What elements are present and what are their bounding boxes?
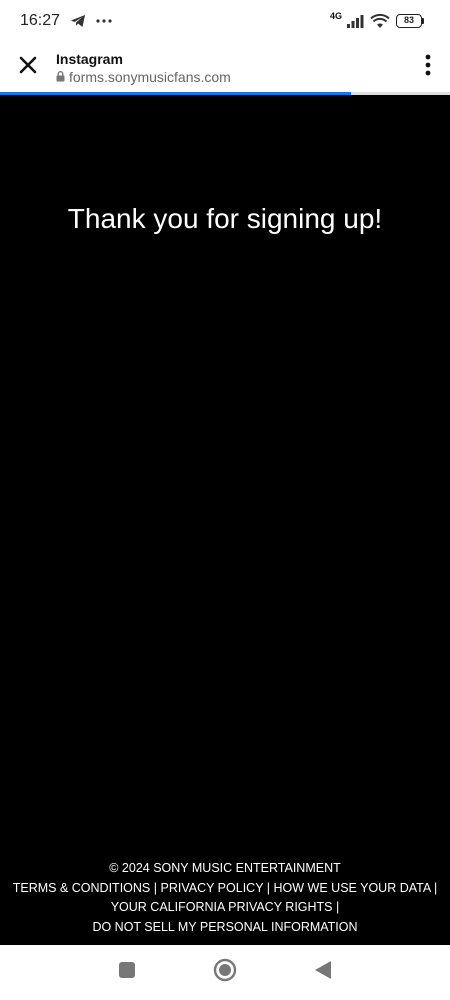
footer-links-row-3: DO NOT SELL MY PERSONAL INFORMATION xyxy=(0,918,450,938)
california-privacy-link[interactable]: YOUR CALIFORNIA PRIVACY RIGHTS xyxy=(111,900,333,914)
data-usage-link[interactable]: HOW WE USE YOUR DATA xyxy=(274,881,431,895)
status-bar: 16:27 4G 83 xyxy=(0,0,450,42)
page-title: Instagram xyxy=(56,51,123,67)
back-button[interactable] xyxy=(274,945,372,1000)
thank-you-heading: Thank you for signing up! xyxy=(67,203,383,234)
separator: | xyxy=(336,900,340,914)
recents-square-icon xyxy=(118,961,136,984)
close-icon xyxy=(18,55,38,80)
more-dots-icon xyxy=(96,18,112,24)
header-titles: Instagram forms.sonymusicfans.com xyxy=(56,48,406,86)
separator: | xyxy=(433,880,438,895)
recents-button[interactable] xyxy=(78,945,176,1000)
lock-icon xyxy=(56,68,65,86)
overflow-menu-icon xyxy=(425,54,431,81)
status-time: 16:27 xyxy=(20,12,61,29)
close-button[interactable] xyxy=(0,42,56,92)
home-circle-icon xyxy=(213,958,237,987)
footer-links-row-2: YOUR CALIFORNIA PRIVACY RIGHTS | xyxy=(0,898,450,918)
wifi-icon xyxy=(370,13,390,29)
terms-link[interactable]: TERMS & CONDITIONS xyxy=(13,881,151,895)
copyright-text: © 2024 SONY MUSIC ENTERTAINMENT xyxy=(109,861,341,875)
status-left: 16:27 xyxy=(20,12,112,30)
status-right: 4G 83 xyxy=(329,11,424,29)
signal-icon xyxy=(346,14,364,28)
privacy-policy-link[interactable]: PRIVACY POLICY xyxy=(160,881,263,895)
separator: | xyxy=(266,880,271,895)
url-display[interactable]: forms.sonymusicfans.com xyxy=(56,68,406,86)
battery-icon: 83 xyxy=(396,14,424,28)
telegram-icon xyxy=(70,14,86,28)
footer-links-row-1: TERMS & CONDITIONS | PRIVACY POLICY | HO… xyxy=(0,879,450,899)
battery-level: 83 xyxy=(396,14,422,28)
url-text: forms.sonymusicfans.com xyxy=(69,69,231,85)
do-not-sell-link[interactable]: DO NOT SELL MY PERSONAL INFORMATION xyxy=(92,920,357,934)
separator: | xyxy=(153,880,157,895)
system-nav-bar xyxy=(0,945,450,1000)
browser-header: Instagram forms.sonymusicfans.com xyxy=(0,42,450,92)
footer: © 2024 SONY MUSIC ENTERTAINMENT TERMS & … xyxy=(0,859,450,937)
home-button[interactable] xyxy=(176,945,274,1000)
network-label: 4G xyxy=(329,11,342,21)
web-content: Thank you for signing up! © 2024 SONY MU… xyxy=(0,95,450,945)
overflow-menu-button[interactable] xyxy=(406,42,450,92)
back-triangle-icon xyxy=(314,960,332,985)
